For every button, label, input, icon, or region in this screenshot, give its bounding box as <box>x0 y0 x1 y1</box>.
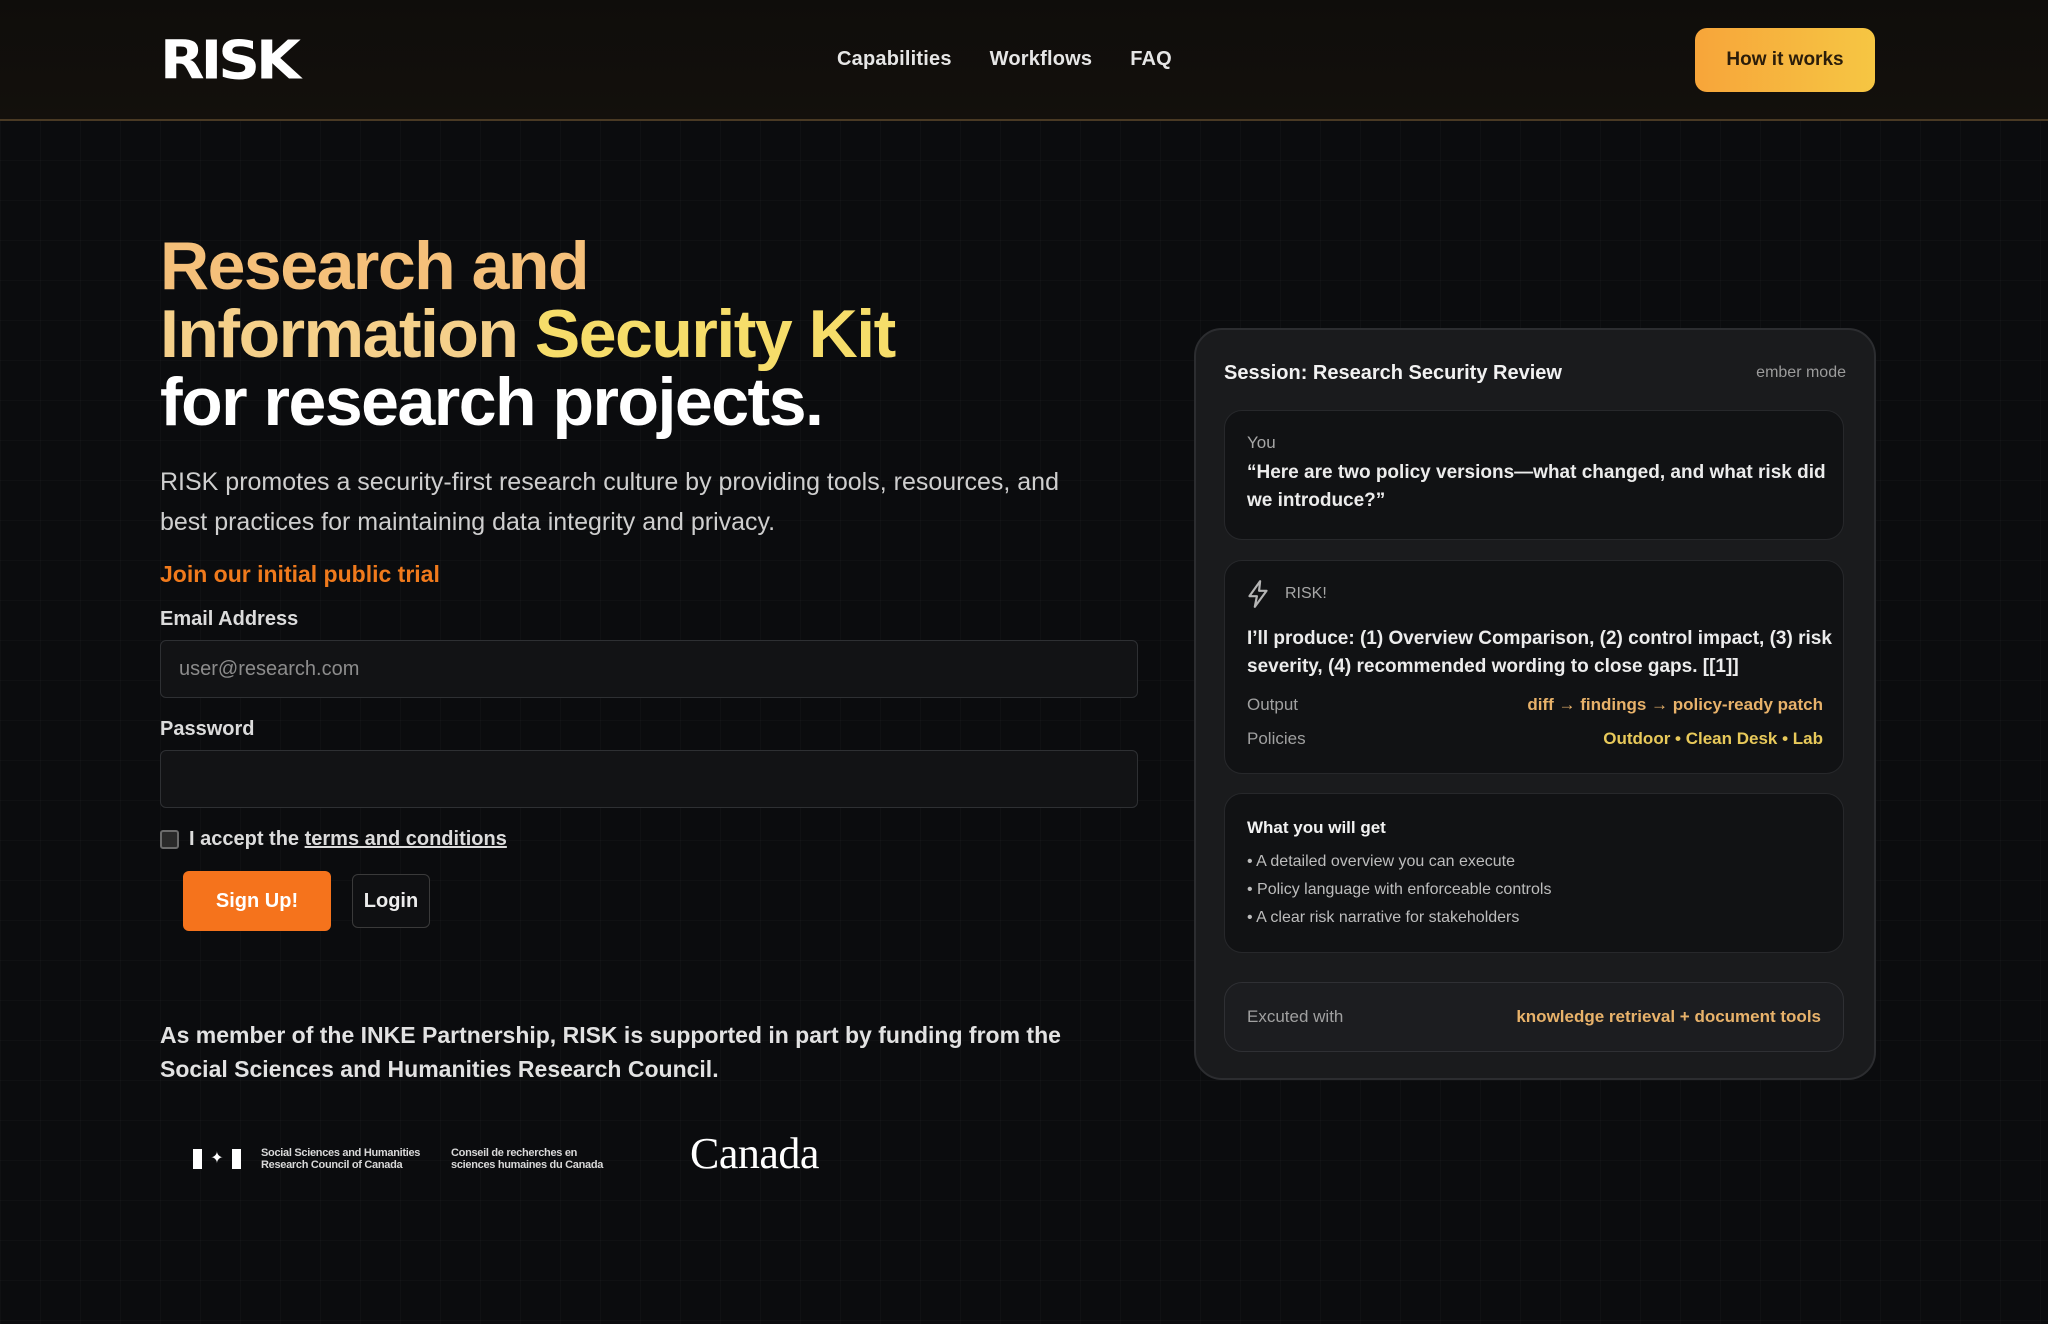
user-label: You <box>1247 433 1276 452</box>
hero-title-line2: Information Security Kit <box>160 300 896 368</box>
session-title: Session: Research Security Review <box>1224 362 1562 384</box>
trial-heading: Join our initial public trial <box>160 561 440 587</box>
user-message-card: You “Here are two policy versions—what c… <box>1224 410 1844 540</box>
sshrc-logo: ✦ Social Sciences and Humanities Researc… <box>193 1145 621 1173</box>
list-item: • A detailed overview you can execute <box>1247 853 1515 870</box>
main-nav: Capabilities Workflows FAQ <box>837 48 1172 71</box>
output-value: diff → findings → policy-ready patch <box>1527 695 1823 714</box>
nav-faq[interactable]: FAQ <box>1130 48 1172 71</box>
risk-label: RISK! <box>1285 585 1327 602</box>
what-you-get-title: What you will get <box>1247 818 1386 837</box>
nav-capabilities[interactable]: Capabilities <box>837 48 952 71</box>
policies-value: Outdoor • Clean Desk • Lab <box>1603 729 1823 748</box>
hero-title-line3: for research projects. <box>160 364 824 440</box>
canada-wordmark: Canada <box>690 1129 819 1178</box>
email-label: Email Address <box>160 608 299 630</box>
hero-description: RISK promotes a security-first research … <box>160 468 1059 536</box>
risk-response-text: I’ll produce: (1) Overview Comparison, (… <box>1247 628 1832 677</box>
risk-response-card: RISK! I’ll produce: (1) Overview Compari… <box>1224 560 1844 774</box>
login-button[interactable]: Login <box>352 874 430 928</box>
hero-title: Research and Information Security Kit fo… <box>160 228 896 440</box>
nav-workflows[interactable]: Workflows <box>990 48 1093 71</box>
user-message-text: “Here are two policy versions—what chang… <box>1247 462 1826 511</box>
hero-title-line2b: Security Kit <box>534 296 896 372</box>
what-you-get-list: • A detailed overview you can execute • … <box>1247 848 1551 932</box>
password-label: Password <box>160 718 255 740</box>
session-mode: ember mode <box>1756 364 1846 381</box>
what-you-get-card: What you will get • A detailed overview … <box>1224 793 1844 953</box>
session-panel: Session: Research Security Review ember … <box>1194 328 1876 1080</box>
member-text: As member of the INKE Partnership, RISK … <box>160 1022 1061 1082</box>
terms-checkbox[interactable] <box>160 830 179 849</box>
password-field[interactable] <box>160 750 1138 808</box>
executed-with-key: Excuted with <box>1247 1007 1344 1026</box>
hero-title-line2a: Information <box>160 296 535 372</box>
terms-link[interactable]: terms and conditions <box>305 828 507 850</box>
bolt-icon <box>1248 580 1268 608</box>
output-key: Output <box>1247 695 1299 714</box>
output-row: Output diff → findings → policy-ready pa… <box>1247 695 1823 715</box>
signup-button[interactable]: Sign Up! <box>183 871 331 931</box>
terms-prefix: I accept the <box>189 828 305 850</box>
policies-row: Policies Outdoor • Clean Desk • Lab <box>1247 729 1823 749</box>
top-header: RISK Capabilities Workflows FAQ How it w… <box>0 0 2048 121</box>
hero-title-line1: Research and <box>160 228 589 304</box>
executed-with-value: knowledge retrieval + document tools <box>1516 1007 1821 1026</box>
canada-flag-icon: ✦ <box>193 1145 241 1173</box>
terms-row: I accept the terms and conditions <box>160 828 507 851</box>
how-it-works-button[interactable]: How it works <box>1695 28 1875 92</box>
terms-text: I accept the terms and conditions <box>189 828 507 851</box>
risk-logo[interactable]: RISK <box>160 33 301 86</box>
sshrc-french: Conseil de recherches en sciences humain… <box>451 1147 604 1171</box>
list-item: • Policy language with enforceable contr… <box>1247 881 1552 898</box>
policies-key: Policies <box>1247 729 1306 748</box>
list-item: • A clear risk narrative for stakeholder… <box>1247 909 1520 926</box>
email-field[interactable] <box>160 640 1138 698</box>
executed-with-card: Excuted with knowledge retrieval + docum… <box>1224 982 1844 1052</box>
sshrc-english: Social Sciences and Humanities Research … <box>261 1147 421 1171</box>
